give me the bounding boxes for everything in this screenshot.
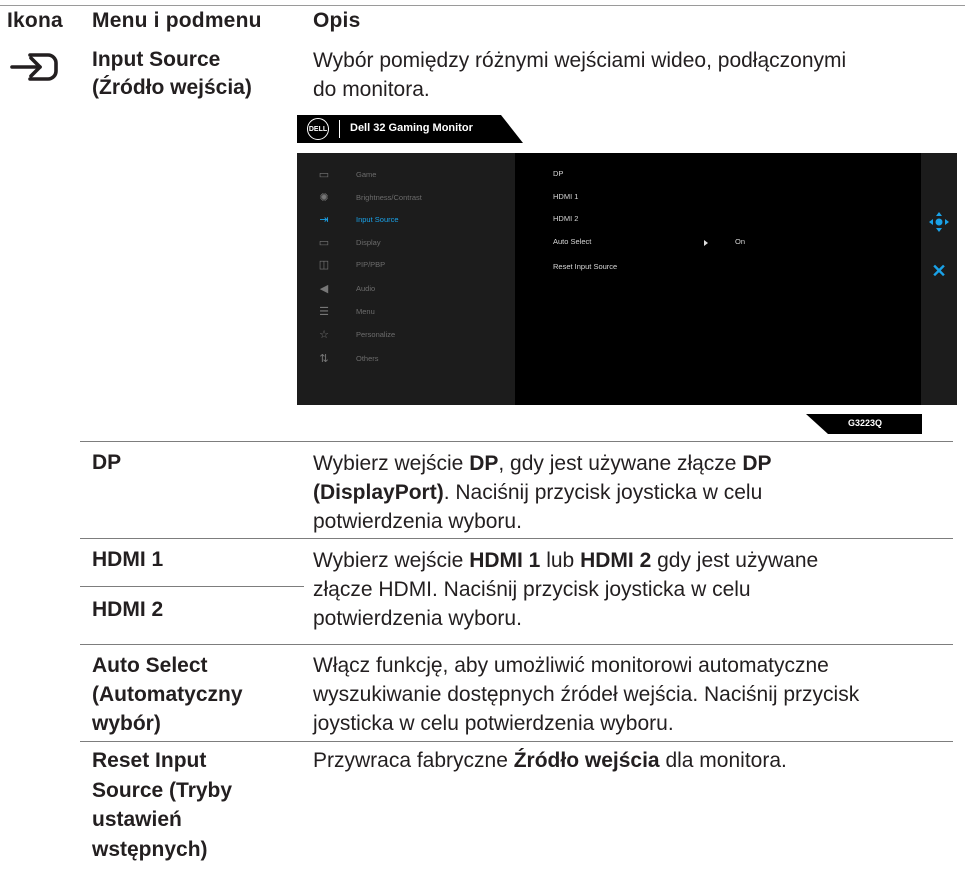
osd-menu-item-display[interactable]: ▭ Display: [317, 232, 381, 252]
others-icon: ⇅: [319, 352, 329, 365]
reset-input-title: Reset Input Source (Tryby ustawień wstęp…: [92, 749, 233, 861]
row-divider: [80, 538, 953, 539]
header-description: Opis: [313, 9, 361, 32]
joystick-icon: [927, 210, 951, 234]
osd-menu-item-brightness-contrast[interactable]: ✺ Brightness/Contrast: [317, 187, 421, 207]
osd-menu-item-others[interactable]: ⇅ Others: [317, 348, 378, 368]
osd-menu-label: Display: [356, 237, 381, 247]
auto-select-title: Auto Select (Automatyczny wybór): [92, 654, 243, 735]
osd-menu-item-menu[interactable]: ☰ Menu: [317, 301, 375, 321]
osd-menu-label: Menu: [356, 306, 375, 316]
star-icon: ☆: [319, 328, 329, 341]
osd-menu-item-audio[interactable]: ◀ Audio: [317, 278, 375, 298]
brightness-icon: ✺: [319, 191, 329, 204]
osd-menu-label: PIP/PBP: [356, 259, 386, 269]
header-icon: Ikona: [7, 9, 63, 32]
dp-description: Wybierz wejście DP, gdy jest używane złą…: [313, 452, 772, 533]
game-icon: ▭: [318, 168, 330, 181]
osd-menu: ▭ Game ✺ Brightness/Contrast ⇥ Input Source ▭ D…: [297, 153, 957, 405]
osd-menu-label: Brightness/Contrast: [356, 192, 422, 202]
input-icon: ⇥: [319, 213, 329, 226]
input-source-description: Wybór pomiędzy różnymi wejściami wideo, …: [313, 49, 847, 101]
osd-menu-item-game[interactable]: ▭ Game: [317, 164, 377, 184]
close-icon[interactable]: ✕: [929, 261, 949, 281]
input-source-title: Input Source (Źródło wejścia): [92, 48, 252, 99]
menu-icon: ☰: [319, 305, 329, 318]
osd-sub-hdmi2[interactable]: HDMI 2: [553, 214, 578, 223]
osd-menu-label: Personalize: [356, 329, 396, 339]
display-icon: ▭: [318, 236, 330, 249]
hdmi2-title: HDMI 2: [92, 598, 164, 621]
hdmi1-title: HDMI 1: [92, 548, 164, 571]
model-label: G3223Q: [848, 418, 883, 428]
row-divider: [80, 741, 953, 742]
audio-icon: ◀: [319, 282, 329, 295]
row-divider: [80, 586, 304, 587]
osd-arrow-icon: [704, 240, 708, 246]
auto-select-description: Włącz funkcję, aby umożliwić monitorowi …: [313, 654, 860, 735]
osd-menu-label: Audio: [356, 283, 376, 293]
osd-sub-auto-select[interactable]: Auto Select: [553, 237, 591, 246]
osd-sub-reset-input[interactable]: Reset Input Source: [553, 262, 617, 271]
osd-menu-label: Input Source: [356, 214, 399, 224]
dell-logo: DELL: [307, 118, 329, 140]
dp-title: DP: [92, 451, 122, 474]
osd-sub-dp[interactable]: DP: [553, 169, 563, 178]
top-rule: [0, 5, 965, 6]
osd-sub-hdmi1[interactable]: HDMI 1: [553, 192, 578, 201]
osd-main-menu: ▭ Game ✺ Brightness/Contrast ⇥ Input Source ▭ D…: [297, 153, 515, 405]
reset-input-description: Przywraca fabryczne Źródło wejścia dla m…: [313, 749, 787, 772]
osd-title: Dell 32 Gaming Monitor: [350, 122, 473, 134]
row-divider: [80, 644, 953, 645]
osd-menu-label: Others: [356, 353, 379, 363]
row-divider: [80, 441, 953, 442]
osd-title-separator: [339, 120, 340, 138]
osd-menu-label: Game: [356, 169, 377, 179]
header-menu: Menu i podmenu: [92, 9, 262, 32]
osd-menu-item-input-source[interactable]: ⇥ Input Source: [317, 209, 398, 229]
osd-menu-item-personalize[interactable]: ☆ Personalize: [317, 324, 395, 344]
osd-side-bar: ✕: [921, 153, 957, 405]
pip-icon: ◫: [318, 258, 330, 271]
osd-menu-item-pip-pbp[interactable]: ◫ PIP/PBP: [317, 254, 385, 274]
input-source-icon: [10, 47, 62, 87]
osd-auto-select-value: On: [735, 237, 746, 246]
hdmi-description: Wybierz wejście HDMI 1 lub HDMI 2 gdy je…: [313, 549, 819, 630]
